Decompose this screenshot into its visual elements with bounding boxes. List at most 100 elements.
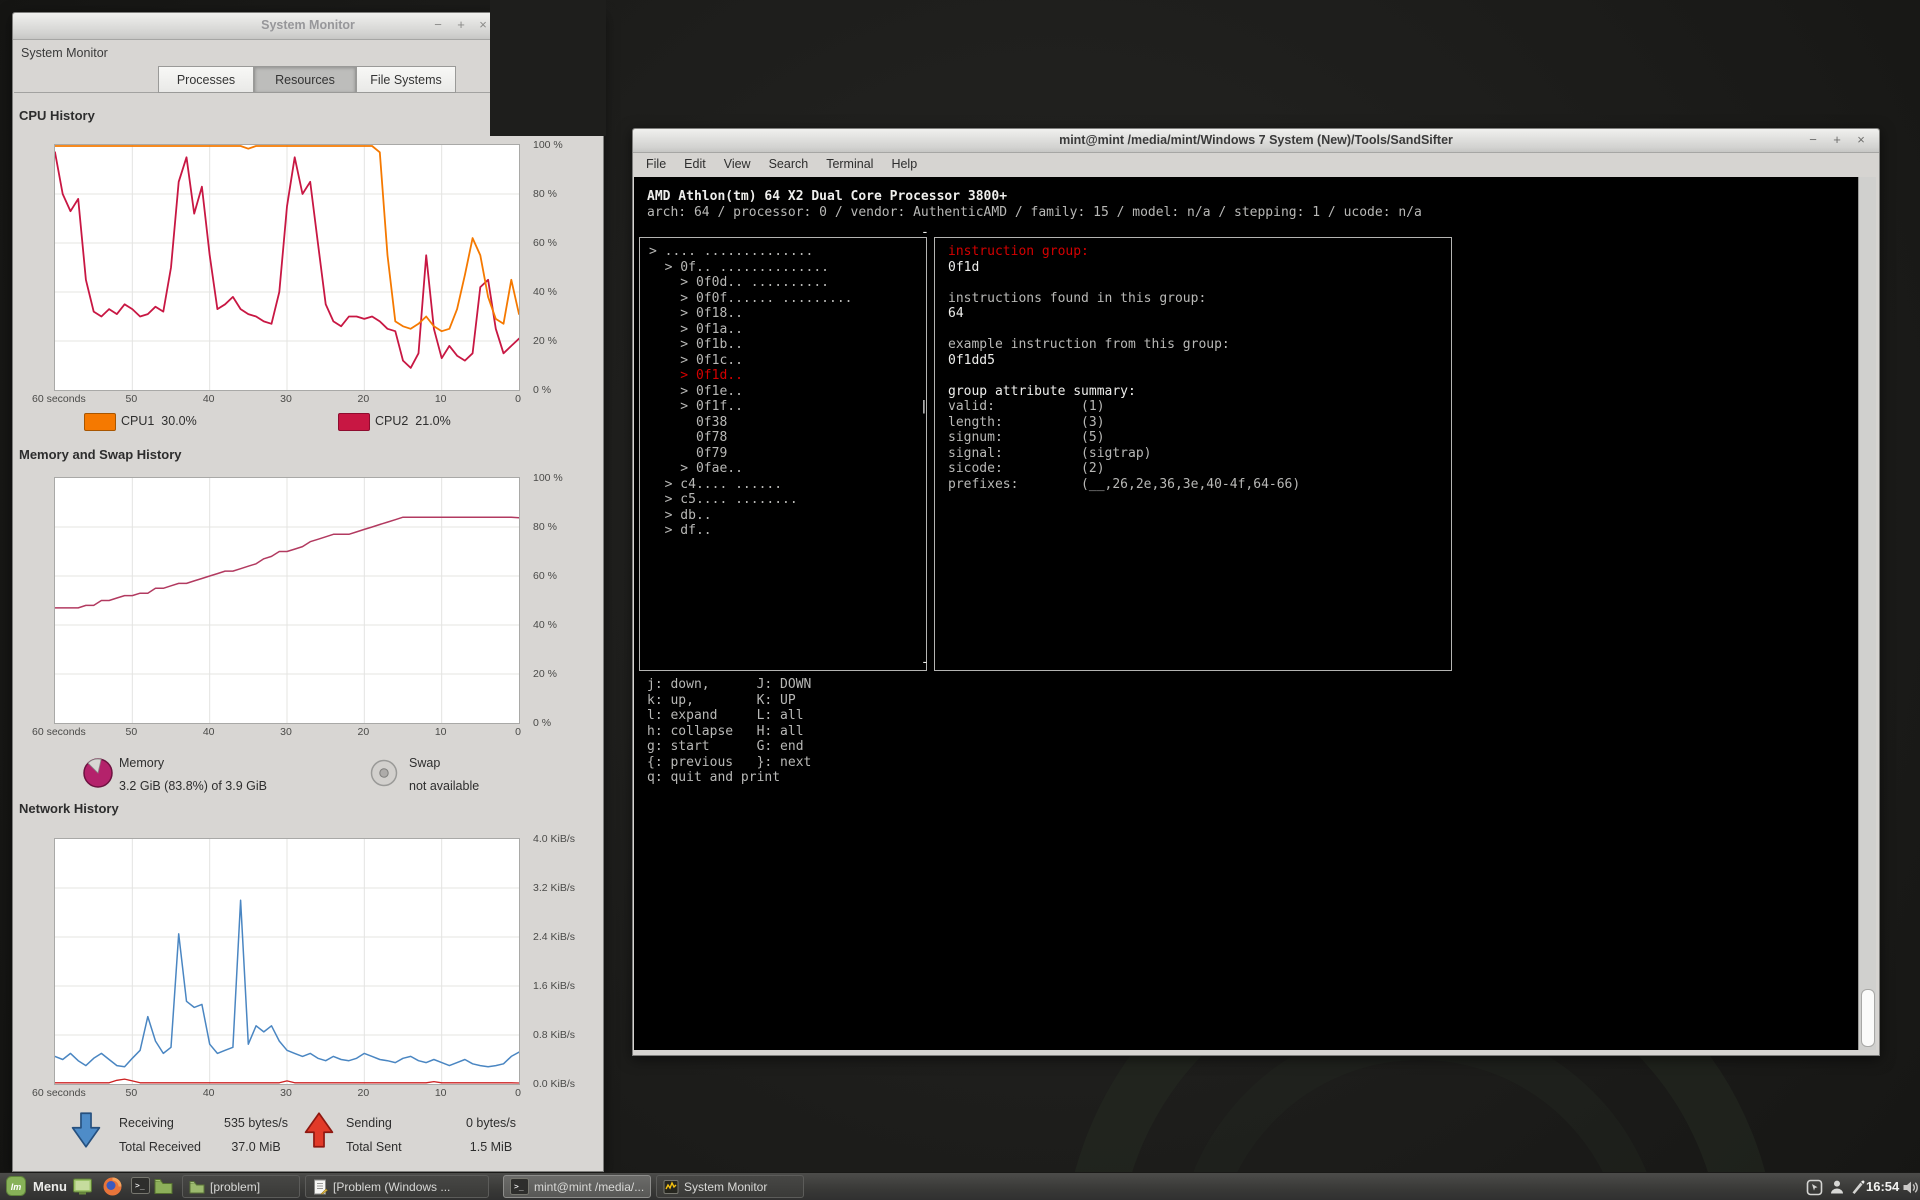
tree-line[interactable]: > .... .............. [649,244,853,260]
tree-line[interactable]: > 0f1e.. [649,384,853,400]
x-axis-label: 40 [203,726,215,738]
menu-item-search[interactable]: Search [760,152,818,177]
detail-line [948,322,1300,338]
sysmon-app-menu[interactable]: System Monitor [21,46,108,60]
show-desktop-launcher-icon[interactable] [72,1176,93,1197]
clock[interactable]: 16:54 [1866,1179,1899,1194]
mint-logo-icon: lm [6,1176,26,1196]
tree-line[interactable]: > df.. [649,523,853,539]
volume-icon[interactable] [1902,1179,1920,1196]
memory-legend-value: 3.2 GiB (83.8%) of 3.9 GiB [119,779,267,793]
terminal-titlebar[interactable]: mint@mint /media/mint/Windows 7 System (… [633,129,1879,153]
total-sent-label: Total Sent [346,1140,402,1154]
y-axis-label: 0.8 KiB/s [533,1029,575,1041]
taskbar-window-3[interactable]: >_mint@mint /media/... [503,1175,651,1198]
menu-item-file[interactable]: File [637,152,675,177]
sending-value: 0 bytes/s [426,1116,556,1130]
close-icon[interactable]: × [1852,131,1870,149]
terminal-scrollbar[interactable] [1858,177,1876,1050]
tree-line[interactable]: > 0f0d.. .......... [649,275,853,291]
x-axis-label: 20 [357,726,369,738]
x-axis-label: 40 [203,1087,215,1099]
sending-arrow-icon [302,1111,336,1149]
detail-line: instructions found in this group: [948,291,1300,307]
tree-line[interactable]: 0f38 [649,415,853,431]
tree-line[interactable]: > 0f1f.. [649,399,853,415]
x-axis-label: 50 [125,393,137,405]
tree-line[interactable]: > 0f.. .............. [649,260,853,276]
tree-line[interactable]: > 0f1b.. [649,337,853,353]
x-axis-label: 50 [125,726,137,738]
tray-tablet-icon[interactable] [1806,1179,1823,1196]
scrollbar-thumb[interactable] [1861,989,1875,1047]
tree-line[interactable]: 0f79 [649,446,853,462]
taskbar-window-1[interactable]: [problem] [182,1175,300,1198]
scroll-mark-bottom: - [921,655,929,671]
detail-line: length: (3) [948,415,1300,431]
firefox-launcher-icon[interactable] [102,1176,123,1197]
menu-item-edit[interactable]: Edit [675,152,715,177]
tab-resources[interactable]: Resources [254,66,356,93]
terminal-launcher-icon[interactable]: >_ [131,1176,150,1195]
tree-line[interactable]: > 0f18.. [649,306,853,322]
tree-line[interactable]: 0f78 [649,430,853,446]
tree-line[interactable]: > 0f1d.. [649,368,853,384]
scroll-thumb[interactable]: | [920,399,928,415]
tab-processes[interactable]: Processes [158,66,254,93]
terminal-content[interactable]: AMD Athlon(tm) 64 X2 Dual Core Processor… [634,177,1858,1050]
x-axis-label: 60 seconds [32,1087,86,1099]
cpu1-legend-swatch [84,413,116,431]
menu-item-help[interactable]: Help [882,152,926,177]
svg-text:lm: lm [11,1182,22,1192]
x-axis-label: 60 seconds [32,726,86,738]
files-launcher-icon[interactable] [153,1176,174,1197]
swap-legend-value: not available [409,779,479,793]
tree-line[interactable]: > c4.... ...... [649,477,853,493]
x-axis-label: 0 [515,1087,521,1099]
taskbar: lm Menu >_ [problem][Problem (Windows ..… [0,1172,1920,1200]
tree-line[interactable]: > 0f0f...... ......... [649,291,853,307]
instruction-tree[interactable]: > .... .............. > 0f.. ...........… [649,244,853,539]
x-axis-label: 40 [203,393,215,405]
y-axis-label: 40 % [533,619,557,631]
tray-brush-icon[interactable] [1850,1179,1866,1195]
tree-line[interactable]: > db.. [649,508,853,524]
y-axis-label: 20 % [533,668,557,680]
tree-line[interactable]: > 0f1a.. [649,322,853,338]
tree-line[interactable]: > 0f1c.. [649,353,853,369]
menu-item-view[interactable]: View [715,152,760,177]
tree-line[interactable]: > 0fae.. [649,461,853,477]
terminal-menubar: FileEditViewSearchTerminalHelp [637,152,926,177]
cpu2-legend-label: CPU2 21.0% [375,414,451,428]
detail-line: signum: (5) [948,430,1300,446]
network-history-header: Network History [19,801,119,816]
y-axis-label: 80 % [533,521,557,533]
menu-item-terminal[interactable]: Terminal [817,152,882,177]
minimize-icon[interactable]: − [429,16,447,34]
terminal-icon: >_ [510,1177,529,1196]
taskbar-window-4[interactable]: System Monitor [656,1175,804,1198]
maximize-icon[interactable]: + [1828,131,1846,149]
menu-button[interactable]: lm Menu [6,1176,67,1196]
detail-line: group attribute summary: [948,384,1300,400]
x-axis-label: 60 seconds [32,393,86,405]
folder-icon [189,1179,205,1195]
x-axis-label: 30 [280,393,292,405]
instruction-detail: instruction group:0f1d instructions foun… [948,244,1300,492]
maximize-icon[interactable]: + [452,16,470,34]
y-axis-label: 100 % [533,472,563,484]
tree-line[interactable]: > c5.... ........ [649,492,853,508]
cpu-history-header: CPU History [19,108,95,123]
tab-file-systems[interactable]: File Systems [356,66,456,93]
detail-line: valid: (1) [948,399,1300,415]
y-axis-label: 20 % [533,335,557,347]
memory-pie-icon [81,756,115,790]
terminal-window: mint@mint /media/mint/Windows 7 System (… [632,128,1880,1056]
taskbar-window-2[interactable]: [Problem (Windows ... [305,1175,489,1198]
minimize-icon[interactable]: − [1804,131,1822,149]
tray-user-icon[interactable] [1829,1179,1845,1195]
terminal-window-title: mint@mint /media/mint/Windows 7 System (… [633,133,1879,147]
detail-line: example instruction from this group: [948,337,1300,353]
y-axis-label: 0.0 KiB/s [533,1078,575,1090]
total-sent-value: 1.5 MiB [426,1140,556,1154]
